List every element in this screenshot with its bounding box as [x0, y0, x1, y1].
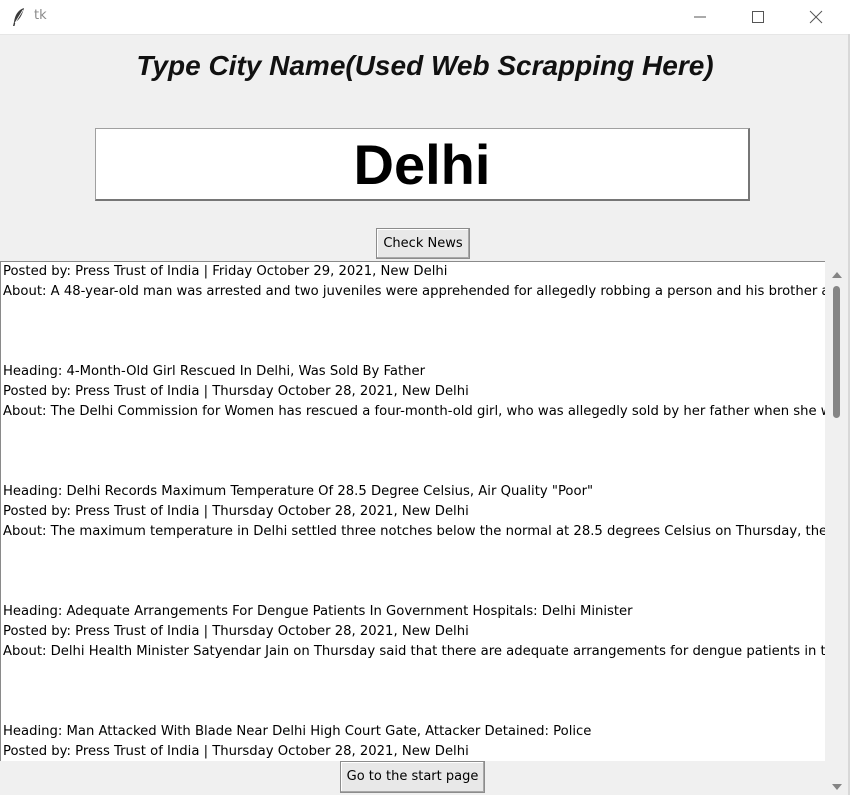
- close-icon: [809, 10, 823, 24]
- city-name-input[interactable]: [95, 128, 750, 201]
- news-line: Heading: Man Attacked With Blade Near De…: [3, 724, 592, 739]
- close-button[interactable]: [788, 0, 846, 34]
- go-to-start-page-button[interactable]: Go to the start page: [340, 761, 485, 793]
- news-line: Heading: 4-Month-Old Girl Rescued In Del…: [3, 364, 426, 379]
- scrollbar-thumb[interactable]: [833, 286, 840, 418]
- news-line: Posted by: Press Trust of India | Thursd…: [3, 384, 469, 399]
- news-line: Heading: Delhi Records Maximum Temperatu…: [3, 484, 594, 499]
- page-heading: Type City Name(Used Web Scrapping Here): [136, 50, 714, 81]
- news-line: About: The maximum temperature in Delhi …: [3, 524, 825, 539]
- news-line: About: The Delhi Commission for Women ha…: [3, 404, 825, 419]
- minimize-icon: [694, 16, 706, 18]
- window-title: tk: [34, 8, 47, 23]
- news-line: About: Delhi Health Minister Satyendar J…: [3, 644, 825, 659]
- news-text-area[interactable]: Posted by: Press Trust of India | Friday…: [0, 261, 825, 761]
- maximize-icon: [752, 11, 764, 23]
- news-line: Heading: Adequate Arrangements For Dengu…: [3, 604, 633, 619]
- news-line: Posted by: Press Trust of India | Thursd…: [3, 744, 469, 759]
- news-line: Posted by: Press Trust of India | Thursd…: [3, 624, 469, 639]
- title-bar[interactable]: tk: [0, 0, 850, 35]
- vertical-scrollbar[interactable]: [826, 261, 848, 795]
- scroll-up-arrow-icon[interactable]: [831, 265, 843, 278]
- scroll-down-arrow-icon[interactable]: [831, 777, 843, 790]
- news-line: Posted by: Press Trust of India | Friday…: [3, 264, 448, 279]
- news-line: Posted by: Press Trust of India | Thursd…: [3, 504, 469, 519]
- maximize-button[interactable]: [730, 0, 788, 34]
- check-news-button[interactable]: Check News: [376, 228, 470, 259]
- news-line: About: A 48-year-old man was arrested an…: [3, 284, 825, 299]
- feather-icon: [12, 7, 26, 27]
- app-window: tk Type City Name(Used Web Scrapping Her…: [0, 0, 850, 795]
- minimize-button[interactable]: [672, 0, 730, 34]
